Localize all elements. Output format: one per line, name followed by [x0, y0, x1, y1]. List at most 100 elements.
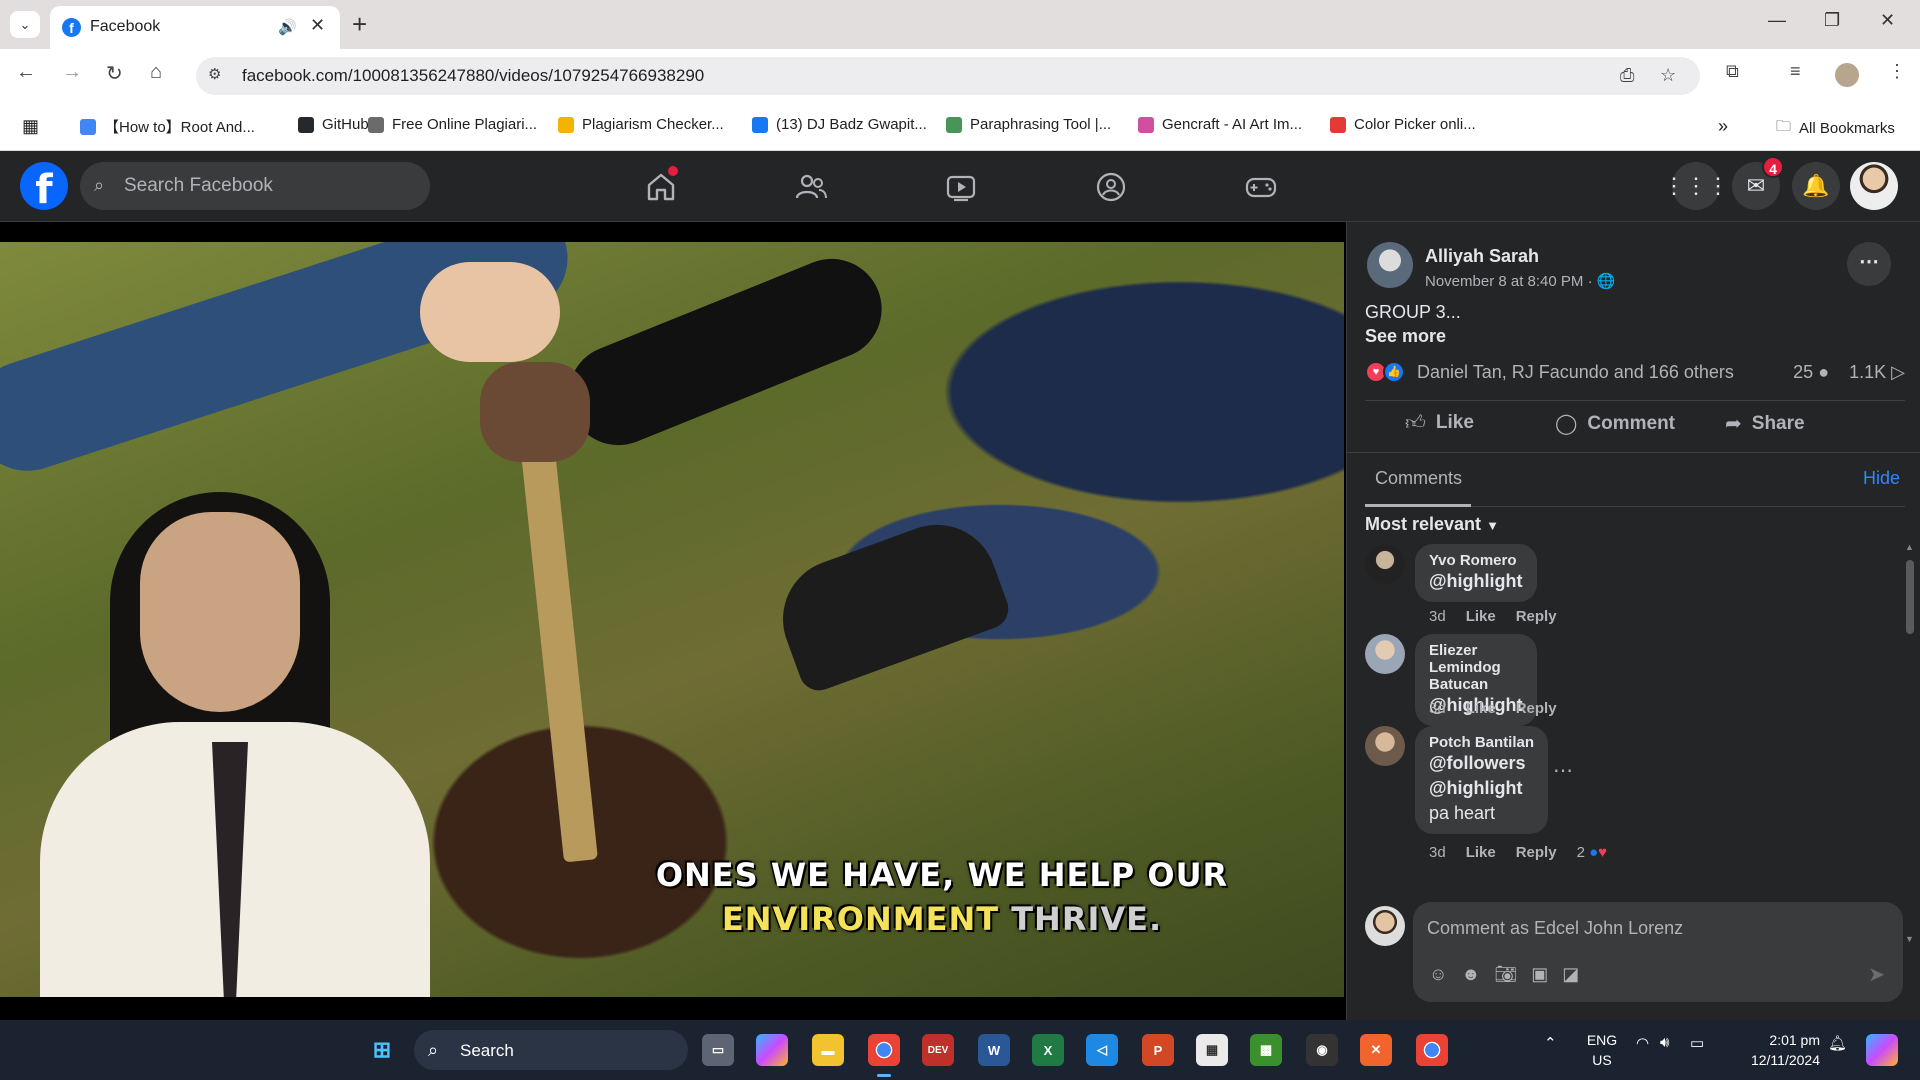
reload-icon[interactable]: ↻ [106, 61, 123, 86]
taskbar-search[interactable]: ⌕ Search [414, 1030, 688, 1070]
nav-home[interactable] [644, 166, 678, 204]
bookmark-item[interactable]: Free Online Plagiari... [368, 116, 537, 133]
obs-icon[interactable]: ◉ [1306, 1034, 1338, 1066]
powerpoint-icon[interactable]: P [1142, 1034, 1174, 1066]
comment-reply[interactable]: Reply [1516, 700, 1557, 717]
post-time[interactable]: November 8 at 8:40 PM · 🌐 [1425, 272, 1615, 290]
vscode-icon[interactable]: ◁ [1086, 1034, 1118, 1066]
bookmark-item[interactable]: Gencraft - AI Art Im... [1138, 116, 1302, 133]
share-button[interactable]: ➦ Share [1725, 411, 1805, 436]
install-app-icon[interactable]: ⎙ [1620, 65, 1634, 86]
nav-groups[interactable] [1094, 170, 1128, 204]
address-bar[interactable]: ⚙ facebook.com/100081356247880/videos/10… [196, 57, 1700, 95]
comments-tab[interactable]: Comments [1375, 468, 1462, 489]
comment-text[interactable]: pa heart [1429, 801, 1534, 826]
menu-dots-icon[interactable]: ⋮ [1888, 61, 1906, 82]
hide-comments-link[interactable]: Hide [1863, 468, 1900, 489]
commenter-name[interactable]: Eliezer Lemindog Batucan [1429, 642, 1523, 693]
share-count[interactable]: 1.1K [1849, 362, 1886, 382]
restore-icon[interactable]: ❐ [1824, 10, 1840, 31]
post-options-button[interactable]: ⋯ [1847, 242, 1891, 286]
xampp-icon[interactable]: ✕ [1360, 1034, 1392, 1066]
comment-count[interactable]: 25 [1793, 362, 1813, 382]
chrome-icon[interactable] [868, 1034, 900, 1066]
comment-age[interactable]: 3d [1429, 700, 1446, 717]
commenter-avatar[interactable] [1365, 544, 1405, 584]
facebook-search-input[interactable] [124, 162, 414, 210]
comments-scrollbar[interactable]: ▲ ▼ [1903, 542, 1917, 944]
devcpp-icon[interactable]: DEV [922, 1034, 954, 1066]
scroll-down-icon[interactable]: ▼ [1905, 934, 1914, 944]
bookmark-item[interactable]: Paraphrasing Tool |... [946, 116, 1111, 133]
close-window-icon[interactable]: ✕ [1880, 10, 1895, 31]
sort-dropdown[interactable]: Most relevant ▼ [1365, 514, 1499, 535]
copilot-tray-icon[interactable] [1866, 1034, 1898, 1066]
chrome-profile-icon[interactable] [1416, 1034, 1448, 1066]
store-icon[interactable]: ▦ [1196, 1034, 1228, 1066]
wifi-icon[interactable]: ◠ [1636, 1034, 1649, 1052]
nav-friends[interactable] [794, 170, 828, 204]
comment-like[interactable]: Like [1466, 844, 1496, 861]
windows-start-icon[interactable]: ⊞ [366, 1034, 398, 1066]
menu-button[interactable]: ⋮⋮⋮ [1663, 162, 1729, 210]
composer-avatar[interactable] [1365, 906, 1405, 946]
scrollbar-thumb[interactable] [1906, 560, 1914, 634]
forward-icon[interactable]: → [62, 61, 82, 84]
emoji-icon[interactable]: ☻ [1461, 964, 1480, 985]
file-explorer-icon[interactable]: ▬ [812, 1034, 844, 1066]
language-indicator[interactable]: ENG US [1582, 1030, 1622, 1070]
bookmark-item[interactable]: Color Picker onli... [1330, 116, 1476, 133]
comment-like[interactable]: Like [1466, 700, 1496, 717]
bookmark-star-icon[interactable]: ☆ [1660, 65, 1676, 86]
author-avatar[interactable] [1367, 242, 1413, 288]
close-tab-icon[interactable]: ✕ [310, 15, 325, 36]
notifications-button[interactable]: 🔔 [1792, 162, 1840, 210]
bookmark-item[interactable]: 【How to】Root And... [80, 116, 255, 137]
battery-icon[interactable]: ▭ [1690, 1034, 1704, 1052]
comment-age[interactable]: 3d [1429, 608, 1446, 625]
home-icon[interactable]: ⌂ [150, 61, 162, 84]
see-more-link[interactable]: See more [1365, 326, 1446, 347]
bookmark-item[interactable]: Plagiarism Checker... [558, 116, 724, 133]
media-control-icon[interactable]: ≡ [1790, 61, 1801, 82]
notification-bell-icon[interactable]: 🔔︎ [1828, 1034, 1847, 1052]
minecraft-icon[interactable]: ▩ [1250, 1034, 1282, 1066]
excel-icon[interactable]: X [1032, 1034, 1064, 1066]
tray-chevron-icon[interactable]: ⌃ [1544, 1034, 1557, 1052]
word-icon[interactable]: W [978, 1034, 1010, 1066]
extensions-icon[interactable]: ⧉ [1726, 61, 1739, 82]
reaction-names[interactable]: Daniel Tan, RJ Facundo and 166 others [1417, 362, 1734, 383]
comment-reply[interactable]: Reply [1516, 608, 1557, 625]
more-bookmarks-icon[interactable]: » [1718, 116, 1728, 137]
task-view-icon[interactable]: ▭ [702, 1034, 734, 1066]
like-button[interactable]: 👍︎ Like [1405, 411, 1474, 435]
comment-text[interactable]: @highlight [1429, 776, 1534, 801]
facebook-search[interactable]: ⌕ [80, 162, 430, 210]
tab-search-button[interactable]: ⌄ [10, 11, 40, 38]
scroll-up-icon[interactable]: ▲ [1905, 542, 1914, 552]
commenter-name[interactable]: Yvo Romero [1429, 552, 1523, 569]
speaker-icon[interactable]: 🔊 [278, 18, 297, 36]
commenter-avatar[interactable] [1365, 726, 1405, 766]
back-icon[interactable]: ← [16, 61, 36, 84]
copilot-icon[interactable] [756, 1034, 788, 1066]
nav-gaming[interactable] [1244, 170, 1278, 204]
account-avatar[interactable] [1850, 162, 1898, 210]
camera-icon[interactable]: 📷︎ [1494, 964, 1517, 985]
comment-reply[interactable]: Reply [1516, 844, 1557, 861]
commenter-avatar[interactable] [1365, 634, 1405, 674]
comment-text[interactable]: @highlight [1429, 569, 1523, 594]
nav-video[interactable] [944, 170, 978, 204]
browser-tab[interactable]: f Facebook 🔊 ✕ [50, 6, 340, 49]
video-player[interactable]: ONES WE HAVE, WE HELP OUR ENVIRONMENT TH… [0, 222, 1346, 1020]
facebook-logo[interactable]: f [20, 162, 68, 210]
messenger-button[interactable]: ✉ 4 [1732, 156, 1784, 210]
new-tab-button[interactable]: + [352, 9, 367, 40]
volume-icon[interactable]: 🔊︎ [1660, 1034, 1669, 1051]
video-frame[interactable]: ONES WE HAVE, WE HELP OUR ENVIRONMENT TH… [0, 242, 1344, 997]
send-icon[interactable]: ➤ [1868, 962, 1885, 987]
apps-grid-icon[interactable]: ▦ [22, 116, 39, 137]
author-name[interactable]: Alliyah Sarah [1425, 246, 1539, 267]
sticker-icon[interactable]: ◪ [1562, 964, 1579, 985]
avatar-sticker-icon[interactable]: ☺ [1429, 964, 1447, 985]
